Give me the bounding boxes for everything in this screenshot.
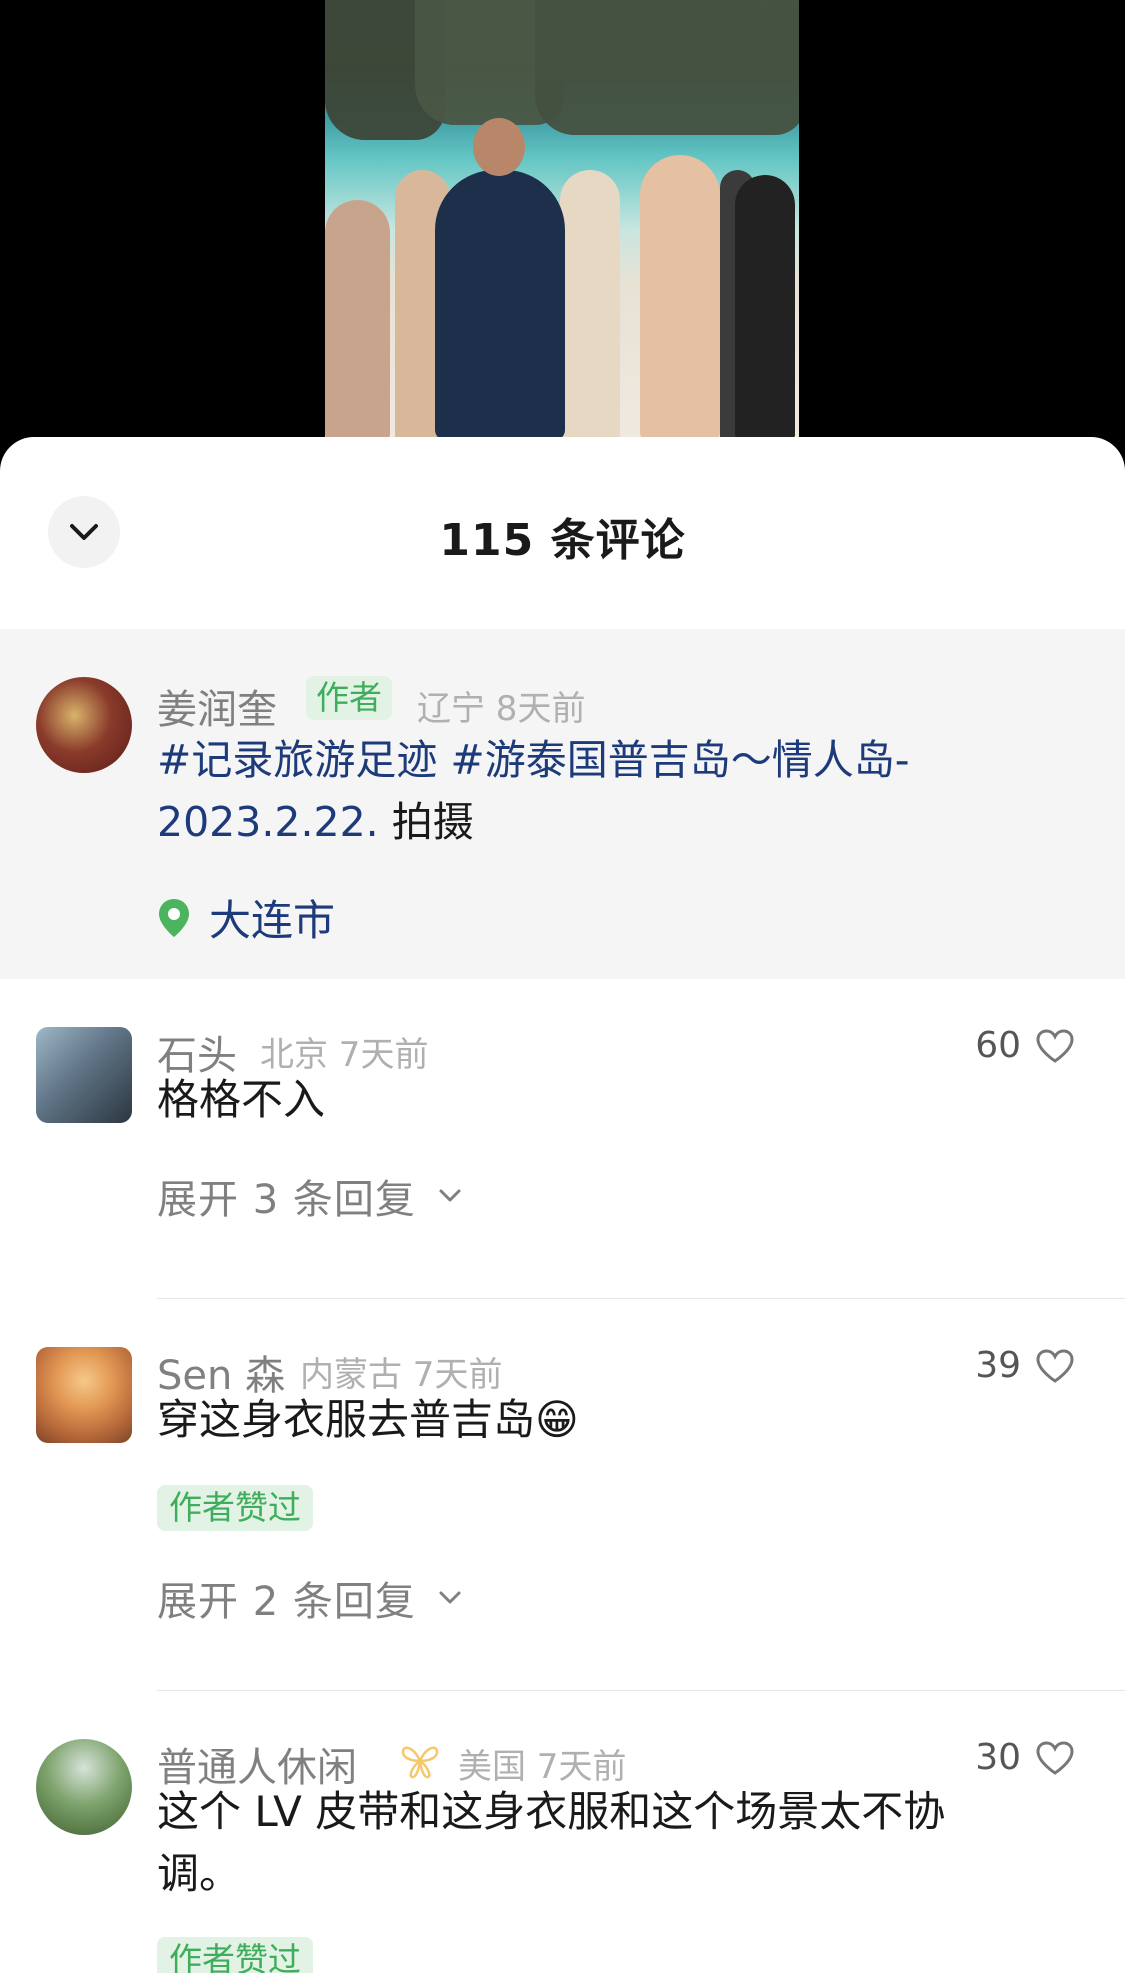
like-count: 60 (975, 1025, 1021, 1066)
like-button[interactable]: 30 (975, 1737, 1075, 1778)
author-post: 姜润奎 作者 辽宁 8天前 #记录旅游足迹 #游泰国普吉岛～情人岛- 2023.… (0, 629, 1125, 979)
author-liked-badge: 作者赞过 (157, 1485, 313, 1531)
comment-item: 石头 北京 7天前 60 格格不入 展开 3 条回复 (0, 979, 1125, 1299)
author-tag: 作者 (306, 676, 392, 720)
commenter-avatar[interactable] (36, 1027, 132, 1123)
comment-item: Sen 森 内蒙古 7天前 39 穿这身衣服去普吉岛😁 作者赞过 展开 2 条回… (0, 1299, 1125, 1691)
author-post-text: #记录旅游足迹 #游泰国普吉岛～情人岛- 2023.2.22. 拍摄 (157, 729, 1017, 853)
sheet-header: 115 条评论 (0, 437, 1125, 629)
author-avatar[interactable] (36, 677, 132, 773)
heart-icon (1036, 1348, 1074, 1383)
commenter-avatar[interactable] (36, 1347, 132, 1443)
chevron-down-icon (439, 1591, 461, 1604)
like-button[interactable]: 39 (975, 1345, 1075, 1386)
location-pin-icon (159, 898, 189, 937)
butterfly-icon (401, 1746, 439, 1779)
expand-replies-label: 展开 2 条回复 (157, 1579, 416, 1625)
chevron-down-icon (439, 1189, 461, 1202)
location-link[interactable]: 大连市 (157, 887, 335, 948)
commenter-avatar[interactable] (36, 1739, 132, 1835)
comment-item: 普通人休闲 美国 7天前 30 这个 LV 皮带和这身衣服和这个场景太不协调。 … (0, 1691, 1125, 1973)
expand-replies-button[interactable]: 展开 2 条回复 (157, 1569, 462, 1627)
post-date: 2023.2.22. (157, 798, 379, 846)
location-label: 大连市 (209, 896, 336, 945)
author-liked-badge: 作者赞过 (157, 1937, 313, 1973)
expand-replies-label: 展开 3 条回复 (157, 1177, 416, 1223)
comment-text: 这个 LV 皮带和这身衣服和这个场景太不协调。 (157, 1787, 946, 1898)
like-button[interactable]: 60 (975, 1025, 1075, 1066)
heart-icon (1036, 1740, 1074, 1775)
comments-count-title: 115 条评论 (439, 515, 686, 566)
like-count: 30 (975, 1737, 1021, 1778)
video-player[interactable] (0, 0, 1125, 440)
hashtags[interactable]: #记录旅游足迹 #游泰国普吉岛～情人岛- (157, 736, 910, 784)
author-name[interactable]: 姜润奎 (157, 677, 277, 735)
heart-icon (1036, 1028, 1074, 1063)
comments-sheet: 115 条评论 姜润奎 作者 辽宁 8天前 #记录旅游足迹 #游泰国普吉岛～情人… (0, 437, 1125, 1973)
comment-text: 格格不入 (157, 1075, 326, 1124)
comment-text: 穿这身衣服去普吉岛😁 (157, 1395, 579, 1444)
post-text-suffix: 拍摄 (378, 798, 474, 846)
video-thumbnail (325, 0, 799, 440)
expand-replies-button[interactable]: 展开 3 条回复 (157, 1167, 462, 1225)
author-post-meta: 辽宁 8天前 (417, 689, 586, 729)
like-count: 39 (975, 1345, 1021, 1386)
